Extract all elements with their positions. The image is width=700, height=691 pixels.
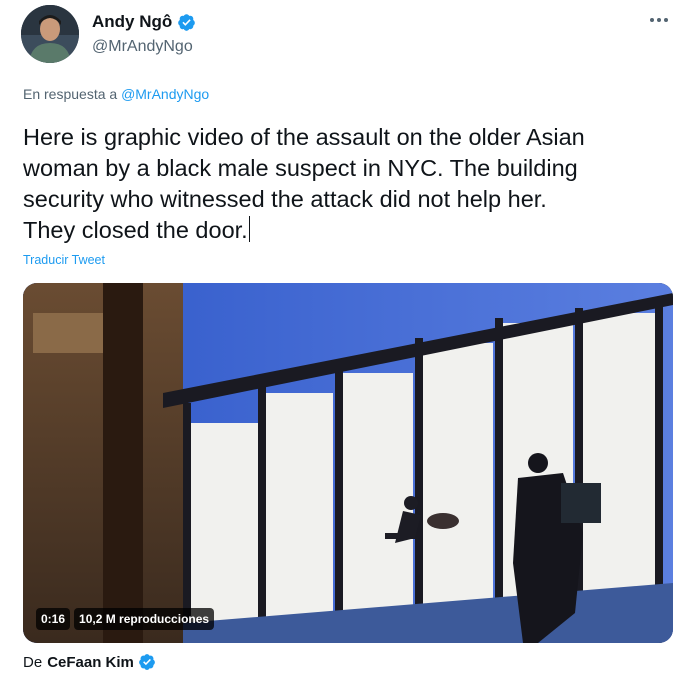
video-frame: [23, 283, 673, 643]
source-author[interactable]: CeFaan Kim: [47, 654, 134, 671]
reply-mention[interactable]: @MrAndyNgo: [121, 86, 209, 102]
text-cursor: [248, 216, 250, 242]
avatar[interactable]: [21, 5, 79, 63]
more-options-icon[interactable]: [646, 10, 672, 30]
author-name[interactable]: Andy Ngô: [92, 12, 172, 32]
video-source: De CeFaan Kim: [23, 653, 156, 671]
author-handle[interactable]: @MrAndyNgo: [92, 38, 193, 56]
verified-badge-icon: [178, 13, 196, 31]
tweet-text: Here is graphic video of the assault on …: [23, 122, 683, 246]
translate-tweet-link[interactable]: Traducir Tweet: [23, 253, 105, 267]
video-badges: 0:16 10,2 M reproducciones: [36, 608, 215, 630]
verified-badge-icon: [139, 654, 155, 670]
tweet-body: Here is graphic video of the assault on …: [23, 124, 585, 243]
author-row: Andy Ngô: [92, 12, 196, 32]
source-prefix: De: [23, 653, 43, 671]
video-player[interactable]: [23, 283, 673, 643]
reply-context: En respuesta a @MrAndyNgo: [23, 86, 209, 102]
reply-prefix: En respuesta a: [23, 86, 118, 102]
tweet-card: Andy Ngô @MrAndyNgo En respuesta a @MrAn…: [0, 0, 700, 691]
video-views: 10,2 M reproducciones: [74, 608, 215, 630]
video-duration: 0:16: [36, 608, 71, 630]
